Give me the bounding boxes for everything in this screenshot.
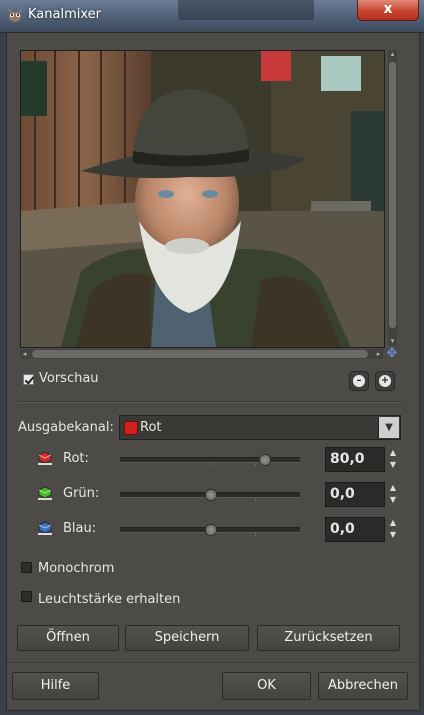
monochrome-label[interactable]: Monochrom: [38, 561, 114, 576]
blue-channel-icon: [38, 521, 52, 535]
green-channel-slider[interactable]: [120, 489, 300, 501]
slider-handle[interactable]: [205, 489, 217, 501]
output-channel-value: Rot: [140, 420, 162, 435]
scroll-right-icon[interactable]: ▸: [374, 349, 383, 359]
preview-label[interactable]: Vorschau: [39, 371, 99, 386]
close-icon: x: [383, 1, 393, 17]
spin-buttons: ▲ ▼: [387, 517, 399, 542]
output-channel-label: Ausgabekanal:: [18, 420, 114, 435]
reset-button[interactable]: Zurücksetzen: [257, 625, 400, 651]
red-channel-icon: [38, 451, 52, 465]
blue-channel-slider[interactable]: [120, 524, 300, 536]
background-window-tab: [178, 0, 314, 20]
spin-up-icon[interactable]: ▲: [387, 447, 399, 459]
zoom-out-button[interactable]: –: [349, 371, 369, 391]
preview-checkbox[interactable]: [23, 374, 34, 385]
close-button[interactable]: x: [357, 0, 419, 21]
open-button[interactable]: Öffnen: [17, 625, 119, 651]
scroll-up-icon[interactable]: ▴: [388, 50, 397, 59]
red-channel-slider[interactable]: [120, 454, 300, 466]
red-channel-value-input[interactable]: 80,0: [325, 447, 385, 472]
gimp-wilber-icon: [8, 9, 22, 22]
output-channel-select[interactable]: Rot ▼: [119, 415, 401, 440]
window-title: Kanalmixer: [28, 7, 101, 22]
preview-horizontal-scrollbar[interactable]: ◂ ▸: [20, 349, 383, 359]
spin-buttons: ▲ ▼: [387, 482, 399, 507]
dialog-body: ▴ ▾ ◂ ▸ ✥ Vorschau – + Ausgabekanal: Rot…: [6, 32, 420, 711]
blue-channel-value-input[interactable]: 0,0: [325, 517, 385, 542]
separator: [7, 662, 419, 663]
slider-tick: [255, 463, 256, 466]
spin-down-icon[interactable]: ▼: [387, 529, 399, 541]
slider-tick: [255, 533, 256, 536]
help-button[interactable]: Hilfe: [12, 672, 99, 700]
slider-handle[interactable]: [259, 454, 271, 466]
slider-tick: [210, 463, 211, 466]
spin-down-icon[interactable]: ▼: [387, 459, 399, 471]
zoom-in-button[interactable]: +: [375, 371, 395, 391]
save-button[interactable]: Speichern: [125, 625, 249, 651]
spin-up-icon[interactable]: ▲: [387, 517, 399, 529]
red-channel-label: Rot:: [63, 451, 89, 466]
preserve-luminosity-label[interactable]: Leuchtstärke erhalten: [38, 592, 180, 607]
spin-buttons: ▲ ▼: [387, 447, 399, 472]
green-channel-icon: [38, 486, 52, 500]
separator: [17, 401, 404, 403]
slider-handle[interactable]: [205, 524, 217, 536]
preview-vertical-scrollbar[interactable]: ▴ ▾: [388, 50, 397, 346]
ok-button[interactable]: OK: [222, 672, 311, 700]
green-channel-label: Grün:: [63, 486, 100, 501]
scroll-down-icon[interactable]: ▾: [388, 337, 397, 346]
window-titlebar[interactable]: Kanalmixer x: [0, 0, 424, 33]
scroll-thumb[interactable]: [32, 350, 368, 358]
preview-photo: [21, 51, 384, 347]
chevron-down-icon[interactable]: ▼: [378, 417, 399, 438]
spin-down-icon[interactable]: ▼: [387, 494, 399, 506]
monochrome-checkbox[interactable]: [21, 562, 32, 573]
navigate-icon[interactable]: ✥: [385, 347, 399, 361]
scroll-thumb[interactable]: [389, 62, 396, 328]
zoom-out-icon: –: [353, 375, 365, 387]
red-channel-icon: [124, 421, 138, 435]
scroll-left-icon[interactable]: ◂: [20, 349, 29, 359]
slider-tick: [255, 498, 256, 501]
zoom-in-icon: +: [379, 375, 391, 387]
blue-channel-label: Blau:: [63, 521, 97, 536]
preserve-luminosity-checkbox[interactable]: [21, 591, 32, 602]
spin-up-icon[interactable]: ▲: [387, 482, 399, 494]
preview-image[interactable]: [20, 50, 385, 348]
green-channel-value-input[interactable]: 0,0: [325, 482, 385, 507]
cancel-button[interactable]: Abbrechen: [318, 672, 408, 700]
